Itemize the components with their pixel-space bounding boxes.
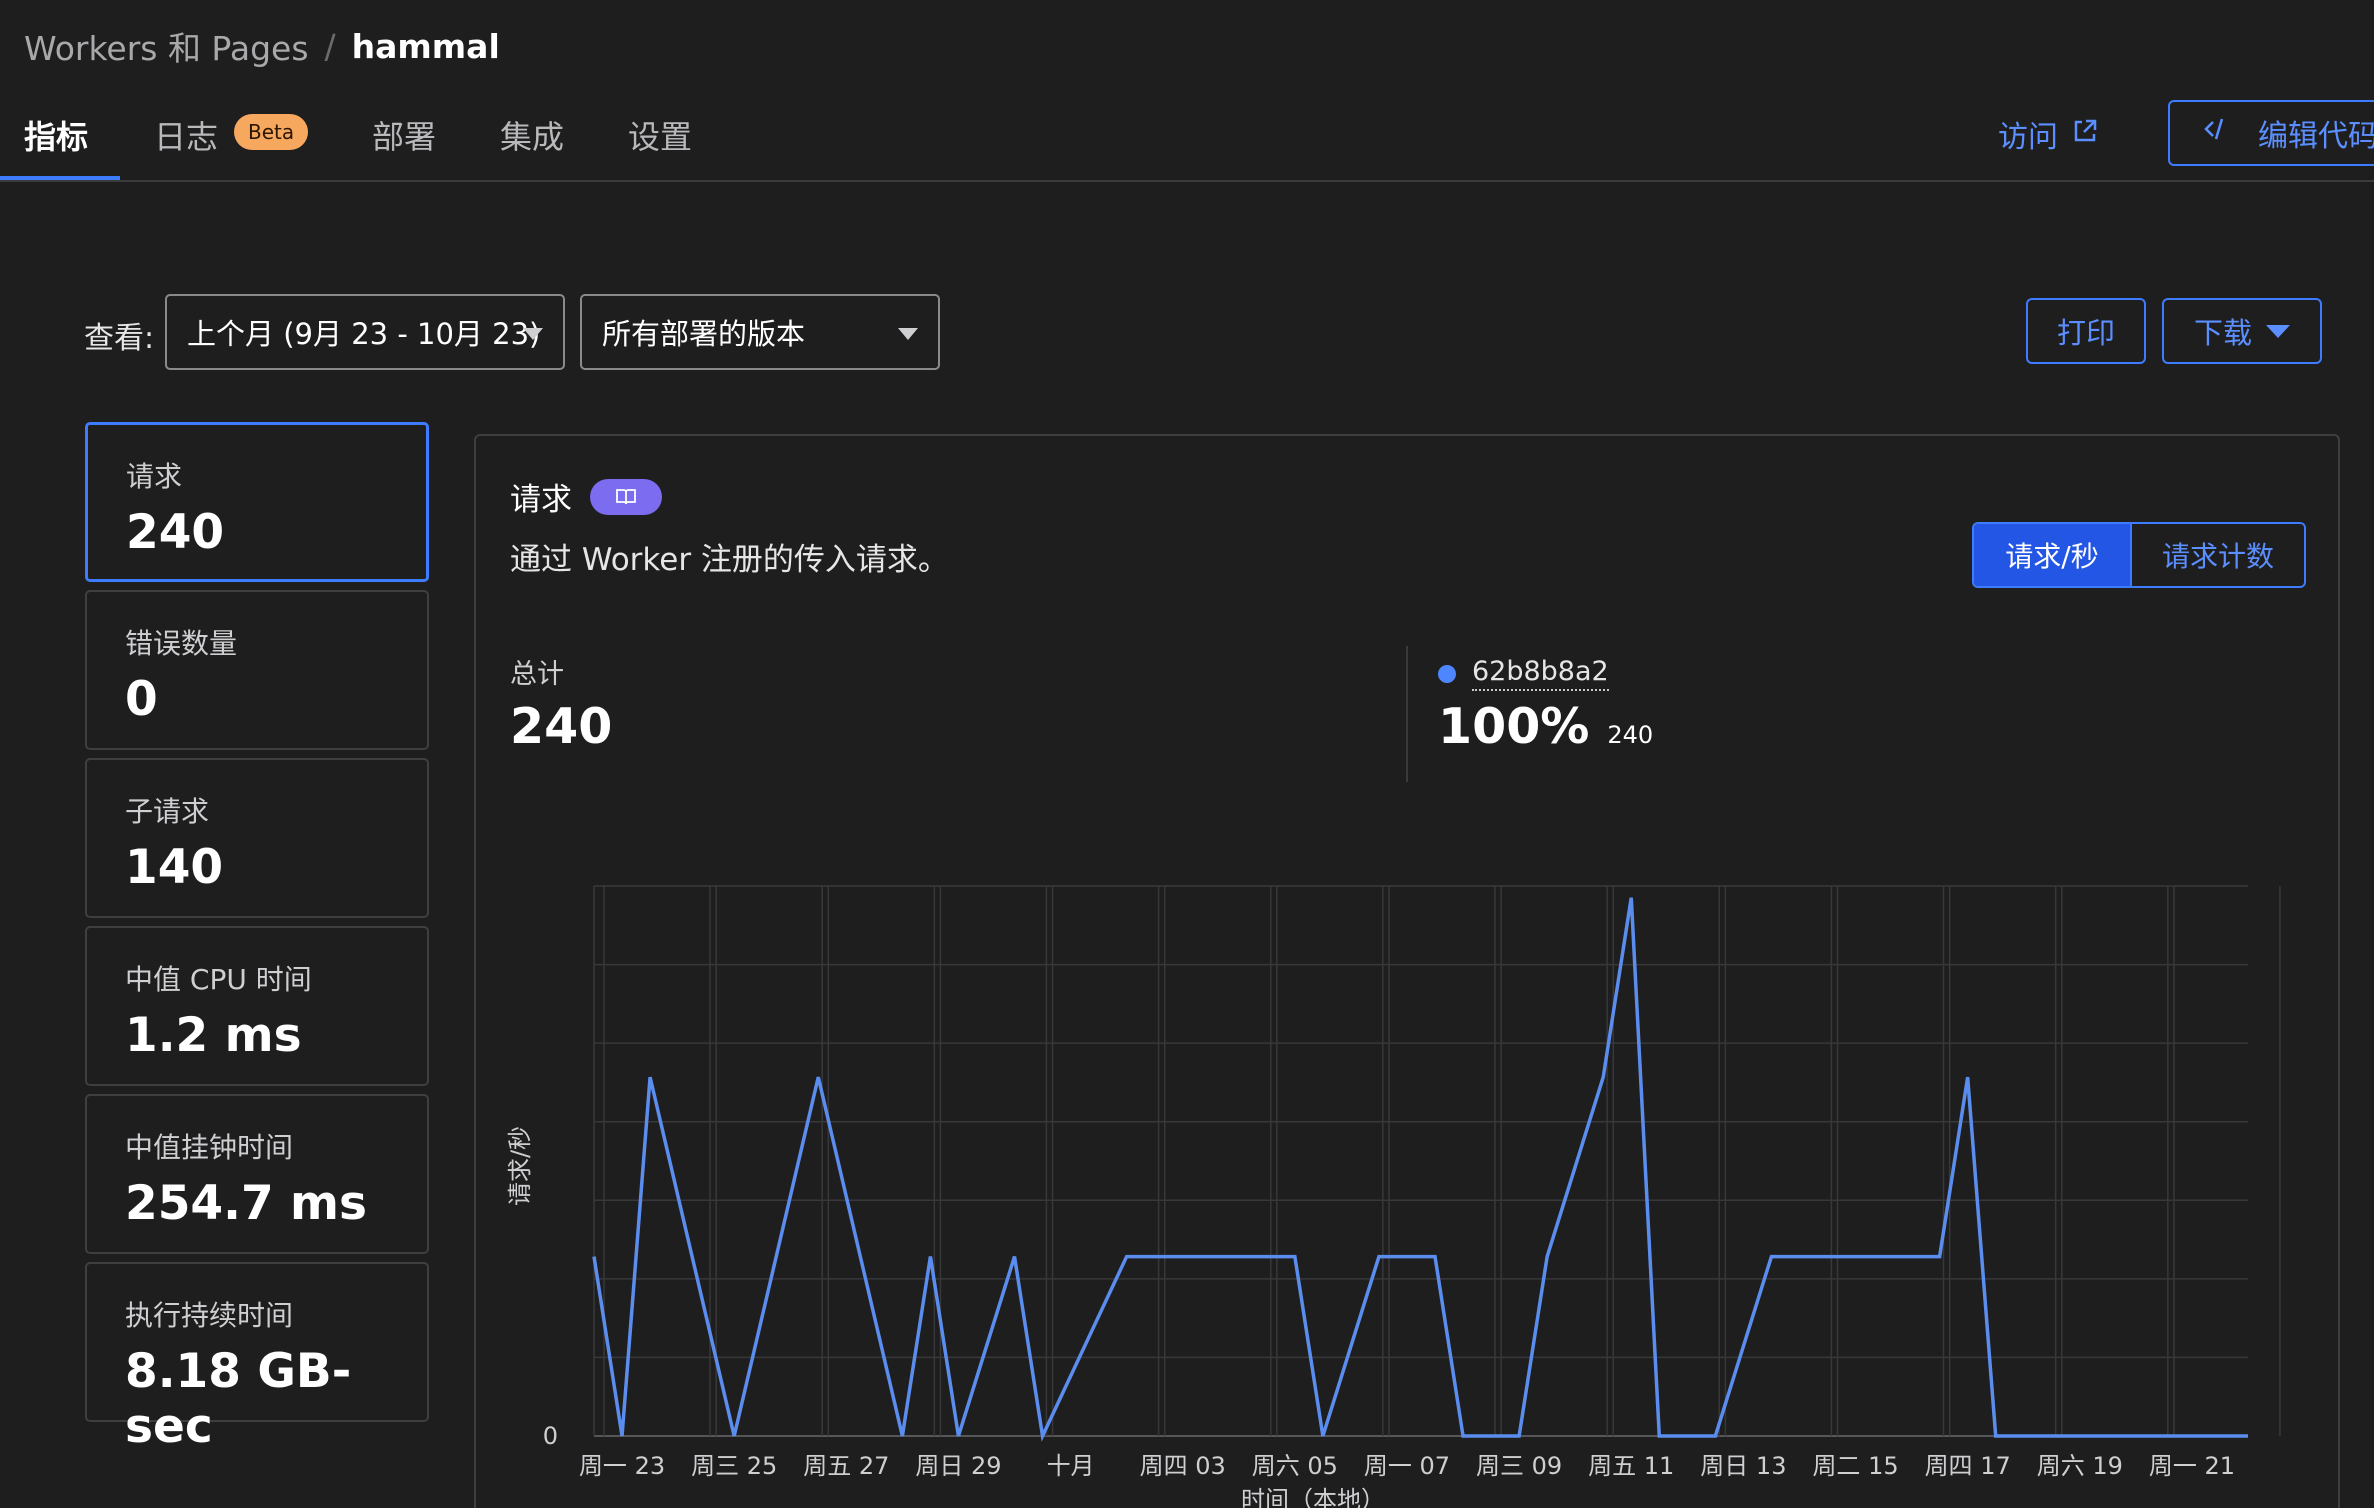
download-label: 下载 bbox=[2193, 316, 2252, 350]
version-select[interactable]: 所有部署的版本 bbox=[580, 294, 940, 370]
beta-badge: Beta bbox=[234, 114, 309, 150]
metric-value: 240 bbox=[126, 505, 225, 560]
metric-value: 8.18 GB-sec bbox=[125, 1344, 352, 1454]
x-tick-label: 周日 29 bbox=[915, 1452, 1001, 1480]
metric-value: 0 bbox=[125, 672, 158, 727]
x-tick-label: 周一 23 bbox=[579, 1452, 665, 1480]
x-tick-label: 周六 19 bbox=[2037, 1452, 2123, 1480]
edit-code-button[interactable]: 编辑代码 bbox=[2168, 100, 2374, 166]
code-icon bbox=[2204, 115, 2234, 151]
tab-logs[interactable]: 日志 Beta bbox=[154, 112, 309, 180]
x-tick-label: 周五 11 bbox=[1588, 1452, 1674, 1480]
x-axis-label: 时间（本地） bbox=[1241, 1486, 1385, 1508]
series-line-62b8b8a2 bbox=[592, 897, 2248, 1442]
period-select-value: 上个月 (9月 23 - 10月 23) bbox=[187, 317, 541, 351]
metric-label: 错误数量 bbox=[125, 627, 238, 660]
y-axis-label: 请求/秒 bbox=[506, 1126, 534, 1206]
metric-card-wall-time[interactable]: 中值挂钟时间 254.7 ms bbox=[85, 1094, 429, 1254]
metric-value: 254.7 ms bbox=[125, 1176, 367, 1231]
breadcrumb-separator: / bbox=[324, 26, 336, 66]
chevron-down-icon bbox=[523, 328, 543, 340]
tab-metrics[interactable]: 指标 bbox=[24, 112, 88, 180]
x-tick-label: 周三 25 bbox=[691, 1452, 777, 1480]
edit-code-label: 编辑代码 bbox=[2258, 119, 2374, 154]
view-label: 查看: bbox=[84, 321, 155, 356]
active-tab-indicator bbox=[0, 176, 120, 180]
tab-deployments-label: 部署 bbox=[372, 118, 437, 156]
external-link-icon bbox=[2072, 117, 2098, 152]
metric-label: 执行持续时间 bbox=[125, 1299, 294, 1332]
visit-link[interactable]: 访问 bbox=[1998, 112, 2098, 156]
metric-value: 1.2 ms bbox=[125, 1008, 302, 1063]
tab-metrics-label: 指标 bbox=[24, 118, 89, 156]
print-label: 打印 bbox=[2056, 316, 2115, 350]
tab-settings-label: 设置 bbox=[628, 118, 693, 156]
tab-deployments[interactable]: 部署 bbox=[372, 112, 436, 180]
metric-card-errors[interactable]: 错误数量 0 bbox=[85, 590, 429, 750]
tab-logs-label: 日志 bbox=[154, 118, 219, 156]
visit-label: 访问 bbox=[1998, 120, 2058, 155]
version-select-value: 所有部署的版本 bbox=[602, 317, 806, 351]
metric-card-duration[interactable]: 执行持续时间 8.18 GB-sec bbox=[85, 1262, 429, 1454]
caret-down-icon bbox=[2266, 324, 2290, 338]
x-tick-label: 周四 17 bbox=[1925, 1452, 2011, 1480]
breadcrumb-parent-link[interactable]: Workers 和 Pages bbox=[24, 22, 309, 70]
x-tick-label: 周五 27 bbox=[803, 1452, 889, 1480]
period-select[interactable]: 上个月 (9月 23 - 10月 23) bbox=[165, 294, 565, 370]
x-tick-label: 周六 05 bbox=[1252, 1452, 1338, 1480]
tab-settings[interactable]: 设置 bbox=[628, 112, 692, 180]
x-tick-label: 周三 09 bbox=[1476, 1452, 1562, 1480]
chevron-down-icon bbox=[898, 328, 918, 340]
breadcrumb-current: hammal bbox=[351, 26, 500, 66]
x-tick-label: 周二 15 bbox=[1812, 1452, 1898, 1480]
download-button[interactable]: 下载 bbox=[2162, 298, 2322, 364]
x-tick-label: 周四 03 bbox=[1140, 1452, 1226, 1480]
metric-card-requests[interactable]: 请求 240 bbox=[85, 422, 429, 582]
requests-panel: 请求 通过 Worker 注册的传入请求。 请求/秒 请求计数 总计 240 6… bbox=[474, 434, 2340, 1508]
metric-card-cpu-time[interactable]: 中值 CPU 时间 1.2 ms bbox=[85, 926, 429, 1086]
metric-value: 140 bbox=[125, 840, 224, 895]
metric-card-subrequests[interactable]: 子请求 140 bbox=[85, 758, 429, 918]
metric-label: 子请求 bbox=[125, 795, 210, 828]
x-tick-label: 周一 07 bbox=[1364, 1452, 1450, 1480]
x-tick-label: 周日 13 bbox=[1700, 1452, 1786, 1480]
requests-line-chart: 周一 23 周三 25 周五 27 周日 29 十月 周四 03 周六 05 周一 07 周三 … bbox=[506, 885, 2281, 1508]
metric-label: 中值 CPU 时间 bbox=[125, 963, 312, 996]
metric-label: 中值挂钟时间 bbox=[125, 1131, 294, 1164]
tab-integrations[interactable]: 集成 bbox=[500, 112, 564, 180]
print-button[interactable]: 打印 bbox=[2026, 298, 2146, 364]
breadcrumb: Workers 和 Pages / hammal bbox=[24, 22, 500, 70]
tab-integrations-label: 集成 bbox=[500, 118, 565, 156]
y-tick-label: 0 bbox=[543, 1422, 558, 1450]
tab-bar: 指标 日志 Beta 部署 集成 设置 访问 编辑代码 bbox=[0, 100, 2374, 182]
x-tick-label: 周一 21 bbox=[2149, 1452, 2235, 1480]
metric-label: 请求 bbox=[126, 460, 183, 493]
x-tick-label: 十月 bbox=[1047, 1452, 1095, 1480]
